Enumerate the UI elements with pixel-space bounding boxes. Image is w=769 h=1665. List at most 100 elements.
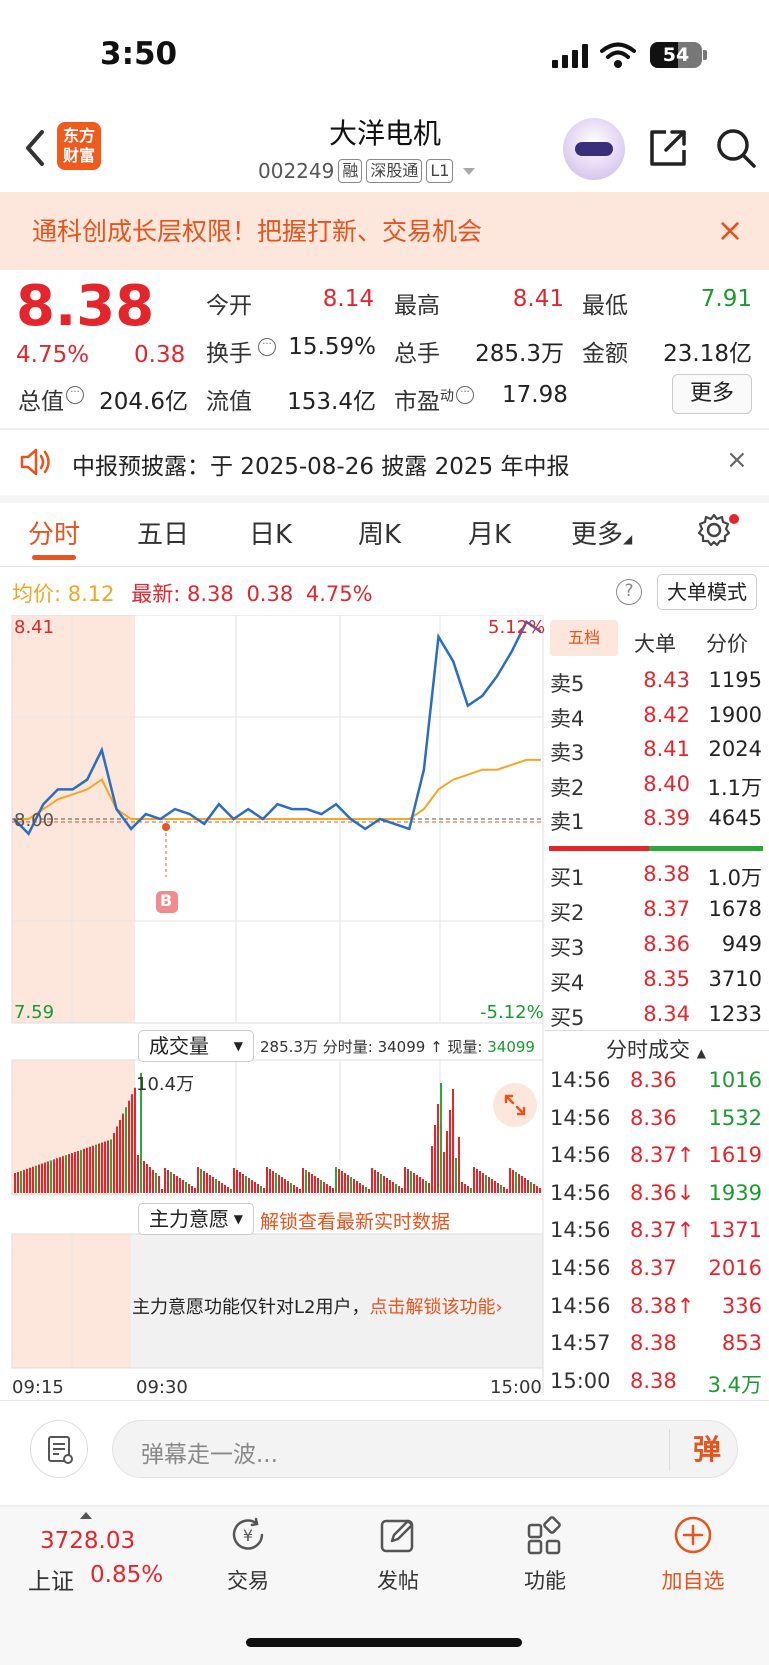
volume-bar [260,1186,262,1193]
index-value[interactable]: 3728.03 [40,1528,135,1554]
latest-change: 0.38 [246,582,294,606]
search-icon[interactable] [714,126,758,170]
stat-value-market-cap: 204.6亿 [99,389,188,415]
avg-value: 8.12 [67,582,115,606]
volume-bar [452,1089,454,1193]
volume-bar [197,1167,199,1193]
volume-bar [227,1187,229,1193]
volume-bar [368,1189,370,1193]
indicator-select-main-force[interactable]: 主力意愿 ▼ [138,1203,254,1235]
more-button[interactable]: 更多 [672,374,752,414]
volume-bar [416,1175,418,1193]
danmu-send-button[interactable]: 弹 [685,1429,729,1471]
volume-bar [164,1168,166,1193]
volume-bar [371,1168,373,1193]
close-icon[interactable]: × [726,445,748,475]
stock-name: 大洋电机 [328,117,441,150]
volume-bar [206,1173,208,1193]
unlock-feature-link[interactable]: 点击解锁该功能› [369,1297,502,1318]
indicator-select-volume[interactable]: 成交量 ▼ [138,1030,254,1062]
divider [545,1030,769,1031]
share-icon[interactable] [646,126,690,170]
volume-bar [83,1148,85,1193]
edit-icon [380,1519,414,1553]
volume-bar [242,1174,244,1193]
status-time: 3:50 [100,36,178,72]
nav-add-favorite[interactable]: 加自选 [648,1515,738,1595]
volume-bar [125,1107,127,1193]
tab-big-orders[interactable]: 大单 [634,628,676,658]
tab-daily-k[interactable]: 日K [249,514,292,551]
volume-bar [431,1146,433,1193]
tick-row: 14:56 8.38↑ 336 [550,1293,762,1318]
robot-assistant-icon[interactable] [563,118,625,180]
document-settings-icon[interactable] [30,1420,88,1478]
volume-bar [296,1187,298,1193]
tab-five-levels[interactable]: 五档 [550,620,618,656]
nav-trade[interactable]: ¥ 交易 [203,1515,293,1595]
tab-five-day[interactable]: 五日 [137,514,189,551]
volume-bar [62,1156,64,1193]
divider [0,1400,769,1401]
volume-bar [122,1113,124,1193]
volume-bar [503,1187,505,1193]
tab-monthly-k[interactable]: 月K [468,514,511,551]
info-dots-icon[interactable]: ··· [258,338,276,356]
volume-bar [338,1169,340,1193]
volume-bar [329,1186,331,1193]
notice-text[interactable]: 中报预披露：于 2025-08-26 披露 2025 年中报 [72,447,569,481]
unlock-realtime-link[interactable]: 解锁查看最新实时数据 [260,1207,450,1234]
stat-label-open: 今开 [206,293,252,319]
volume-bar [374,1170,376,1193]
nav-functions[interactable]: 功能 [500,1515,590,1595]
tick-header[interactable]: 分时成交 ▲ [548,1034,764,1064]
battery-tip [703,50,707,60]
close-icon[interactable]: × [716,210,744,250]
tab-indicator [32,555,76,560]
volume-bar [347,1175,349,1193]
nav-post[interactable]: 发帖 [353,1515,443,1595]
volume-bar [377,1172,379,1193]
volume-bar [110,1139,112,1193]
stock-code-row[interactable]: 002249 融 深股通 L1 [258,157,476,185]
ask-row: 卖5 8.43 1195 [550,668,762,696]
help-icon[interactable]: ? [616,579,642,605]
tab-weekly-k[interactable]: 周K [358,514,401,551]
volume-bar [20,1170,22,1193]
big-order-mode-button[interactable]: 大单模式 [657,574,757,610]
info-dots-icon[interactable]: ··· [66,386,84,404]
volume-bar [404,1167,406,1193]
promo-banner[interactable]: 通科创成长层权限！把握打新、交易机会 × [0,192,769,270]
info-dots-icon[interactable]: ··· [456,386,474,404]
volume-bar [176,1176,178,1193]
tick-row: 14:57 8.38 853 [550,1331,762,1356]
volume-bar [254,1182,256,1193]
volume-bar [458,1137,460,1193]
ask-row: 卖4 8.42 1900 [550,703,762,731]
tab-more[interactable]: 更多◢ [571,514,632,551]
divider [0,428,769,430]
stat-value-low: 7.91 [700,286,752,312]
expand-up-icon[interactable] [80,1512,92,1519]
tab-price-distribution[interactable]: 分价 [706,628,748,658]
index-name: 上证 [28,1569,74,1595]
stat-label-market-cap: 总值 ··· [18,382,84,416]
volume-bar [494,1181,496,1193]
stat-label-float-cap: 流值 [206,389,252,415]
volume-bar [491,1179,493,1193]
danmu-input[interactable]: 弹幕走一波... 弹 [112,1420,738,1478]
volume-bar [434,1125,436,1193]
intraday-chart[interactable] [0,615,545,1395]
volume-bar [200,1169,202,1193]
tab-intraday[interactable]: 分时 [28,514,80,551]
volume-bar [311,1174,313,1193]
back-icon[interactable] [18,128,54,168]
x-label-open: 09:30 [136,1377,188,1398]
stat-value-float-cap: 153.4亿 [287,389,376,415]
expand-icon[interactable] [493,1083,537,1127]
latest-value: 8.38 [186,582,234,606]
gear-icon[interactable] [696,512,732,548]
volume-bar [221,1183,223,1193]
volume-bar [344,1173,346,1193]
volume-bar [365,1187,367,1193]
